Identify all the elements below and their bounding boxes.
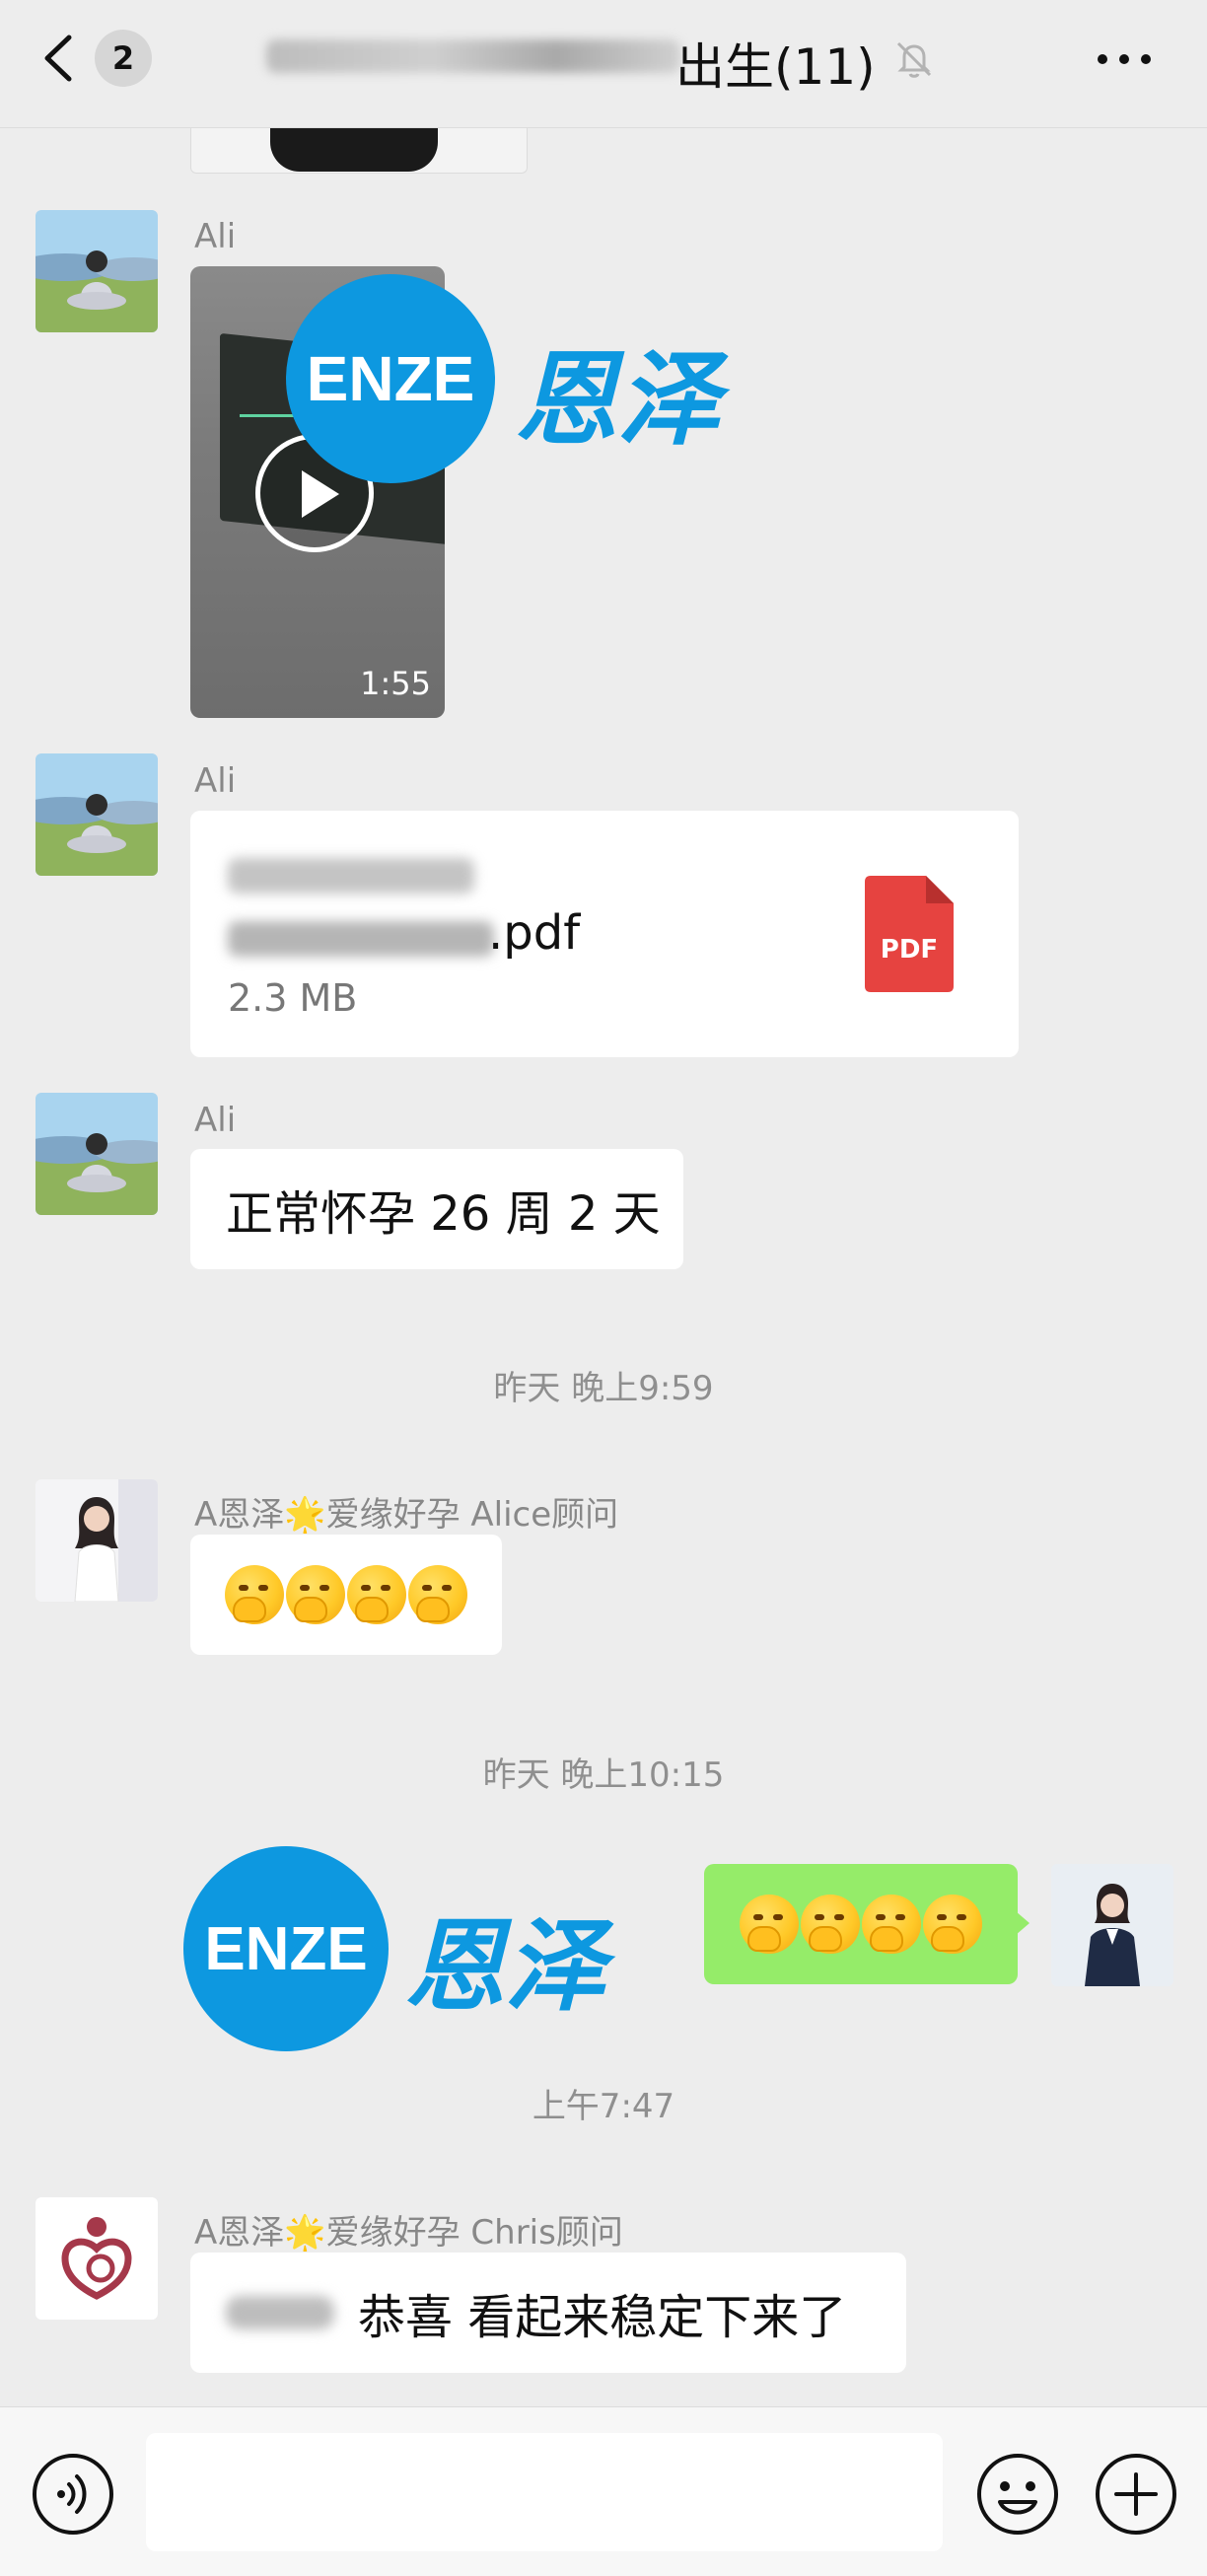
avatar-image <box>1051 1864 1173 1986</box>
pdf-file-icon: PDF <box>865 876 954 992</box>
shush-face-emoji-icon <box>225 1565 284 1624</box>
shush-face-emoji-icon <box>347 1565 406 1624</box>
sender-name: Ali <box>194 1101 237 1140</box>
message-input[interactable] <box>146 2433 943 2551</box>
plus-circle-icon <box>1096 2454 1176 2535</box>
avatar-ali[interactable] <box>36 753 158 876</box>
chat-header: 2 出生(11) <box>0 0 1207 128</box>
voice-icon <box>33 2454 113 2535</box>
play-icon <box>302 470 339 518</box>
chat-title-suffix: 出生(11) <box>675 38 876 96</box>
my-avatar[interactable] <box>1051 1864 1173 1986</box>
enze-logo-circle: ENZE <box>286 274 495 483</box>
message-input-bar <box>0 2406 1207 2576</box>
emoji-picker-button[interactable] <box>974 2451 1061 2538</box>
more-options-button[interactable] <box>1085 30 1164 85</box>
shush-face-emoji-icon <box>286 1565 345 1624</box>
sender-name: A恩泽🌟爱缘好孕 Alice顾问 <box>194 1495 619 1535</box>
redacted-mention <box>226 2296 334 2329</box>
message-text: 正常怀孕 26 周 2 天 <box>226 1186 661 1242</box>
shush-face-emoji-icon <box>862 1895 921 1954</box>
bubble-tail <box>1016 1911 1030 1935</box>
more-actions-button[interactable] <box>1093 2451 1179 2538</box>
avatar-ali[interactable] <box>36 210 158 332</box>
avatar-image <box>36 1093 158 1215</box>
enze-brand-text: 恩泽 <box>404 1907 605 2026</box>
avatar-image <box>36 210 158 332</box>
avatar-ali[interactable] <box>36 1093 158 1215</box>
file-extension: .pdf <box>488 905 581 961</box>
my-emoji-message-bubble[interactable] <box>704 1864 1018 1984</box>
enze-logo-circle: ENZE <box>183 1846 389 2051</box>
video-duration: 1:55 <box>360 665 431 702</box>
pdf-icon-shape <box>865 876 954 992</box>
sender-name: Ali <box>194 217 237 256</box>
voice-input-button[interactable] <box>30 2451 116 2538</box>
pdf-icon-label: PDF <box>880 935 939 965</box>
avatar-alice[interactable] <box>36 1479 158 1602</box>
chevron-left-icon <box>44 35 72 82</box>
timestamp: 昨天 晚上9:59 <box>493 1369 714 1408</box>
chat-title: 出生(11) <box>266 22 937 96</box>
shush-face-emoji-icon <box>740 1895 799 1954</box>
emoji-sequence <box>740 1895 982 1954</box>
avatar-chris[interactable] <box>36 2197 158 2320</box>
emoji-message-bubble[interactable] <box>190 1535 502 1655</box>
bell-off-icon <box>896 41 932 78</box>
smiley-icon <box>977 2454 1058 2535</box>
sender-name: A恩泽🌟爱缘好孕 Chris顾问 <box>194 2213 623 2253</box>
text-message-bubble[interactable]: 恭喜 看起来稳定下来了 <box>190 2253 906 2373</box>
file-message[interactable]: .pdf 2.3 MB PDF <box>190 811 1019 1057</box>
back-button[interactable]: 2 <box>39 26 158 89</box>
enze-brand-text: 恩泽 <box>515 338 721 460</box>
shush-face-emoji-icon <box>801 1895 860 1954</box>
previous-image-message[interactable] <box>190 128 528 174</box>
avatar-image <box>36 1479 158 1602</box>
shush-face-emoji-icon <box>923 1895 982 1954</box>
timestamp: 昨天 晚上10:15 <box>482 1755 725 1795</box>
redacted-title-text <box>266 39 680 73</box>
image-content <box>270 128 438 172</box>
redacted-file-name <box>228 921 494 957</box>
emoji-sequence <box>225 1565 467 1624</box>
avatar-image <box>36 753 158 876</box>
redacted-file-name <box>228 858 474 894</box>
ellipsis-icon <box>1098 54 1151 64</box>
message-text: 恭喜 看起来稳定下来了 <box>358 2290 847 2345</box>
text-message-bubble[interactable]: 正常怀孕 26 周 2 天 <box>190 1149 683 1269</box>
file-size: 2.3 MB <box>228 976 358 1020</box>
shush-face-emoji-icon <box>408 1565 467 1624</box>
avatar-image <box>36 2197 158 2320</box>
unread-count-badge: 2 <box>95 30 152 87</box>
timestamp: 上午7:47 <box>532 2087 675 2126</box>
sender-name: Ali <box>194 761 237 801</box>
